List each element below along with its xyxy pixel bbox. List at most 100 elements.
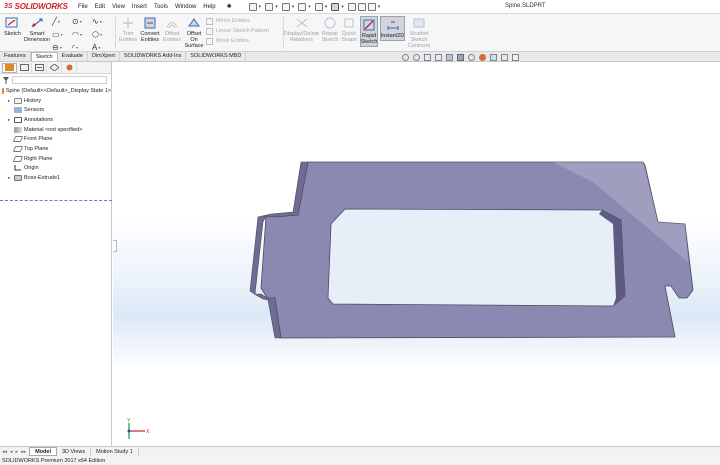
offset-entities-button[interactable]: Offset Entities bbox=[162, 16, 182, 43]
tab-solidworks-mbd[interactable]: SOLIDWORKS MBD bbox=[186, 52, 247, 61]
previous-view-icon[interactable] bbox=[424, 54, 431, 61]
mirror-entities-label: Mirror Entities bbox=[216, 18, 250, 24]
smart-dimension-button[interactable]: Smart Dimension bbox=[24, 16, 50, 43]
prev-tab-arrow-icon[interactable]: ◂ bbox=[10, 449, 13, 455]
edit-appearance-icon[interactable] bbox=[479, 54, 486, 61]
tree-item-sensors[interactable]: Sensors bbox=[2, 105, 111, 115]
menu-file[interactable]: File bbox=[78, 4, 88, 10]
rebuild-icon[interactable] bbox=[347, 2, 356, 11]
file-properties-icon[interactable] bbox=[357, 2, 366, 11]
tree-item-origin[interactable]: Origin bbox=[2, 164, 111, 174]
arc-icon[interactable]: ◠ ▾ bbox=[72, 29, 92, 39]
save-icon[interactable] bbox=[281, 2, 290, 11]
chevron-down-icon[interactable]: ▾ bbox=[308, 4, 311, 10]
mirror-entities-button[interactable]: Mirror Entities bbox=[206, 16, 269, 26]
offset-on-surface-label: Offset On Surface bbox=[184, 31, 204, 49]
zoom-to-fit-icon[interactable] bbox=[402, 54, 409, 61]
filter-icon[interactable] bbox=[3, 76, 9, 84]
chevron-down-icon[interactable]: ▾ bbox=[275, 4, 278, 10]
tab-features[interactable]: Features bbox=[0, 52, 31, 61]
next-tab-arrow-icon[interactable]: ▸ bbox=[16, 449, 19, 455]
open-icon[interactable] bbox=[265, 2, 274, 11]
filter-input[interactable] bbox=[12, 76, 107, 84]
hide-show-items-icon[interactable] bbox=[468, 54, 475, 61]
linear-sketch-pattern-button[interactable]: Linear Sketch Pattern bbox=[206, 26, 269, 36]
panel-collapse-handle[interactable] bbox=[113, 240, 117, 252]
display-style-icon[interactable] bbox=[457, 54, 464, 61]
text-icon[interactable]: A ▾ bbox=[92, 42, 112, 52]
menu-edit[interactable]: Edit bbox=[95, 4, 105, 10]
slot-icon[interactable]: ⊖ ▾ bbox=[52, 42, 72, 52]
fillet-icon[interactable]: ◜ ▾ bbox=[72, 42, 92, 52]
configuration-manager-tab[interactable] bbox=[32, 62, 47, 73]
apply-scene-icon[interactable] bbox=[490, 54, 497, 61]
menu-window[interactable]: Window bbox=[175, 4, 196, 10]
chevron-down-icon[interactable]: ▾ bbox=[325, 4, 328, 10]
pattern-icon bbox=[206, 27, 213, 35]
dimxpert-manager-tab[interactable] bbox=[47, 62, 62, 73]
tab-evaluate[interactable]: Evaluate bbox=[58, 52, 88, 61]
print-icon[interactable] bbox=[298, 2, 307, 11]
property-manager-tab[interactable] bbox=[17, 62, 32, 73]
quick-snaps-button[interactable]: Quick Snaps bbox=[341, 16, 357, 43]
display-manager-tab[interactable] bbox=[62, 62, 77, 73]
graphics-viewport[interactable]: X Y bbox=[113, 62, 720, 446]
display-delete-relations-button[interactable]: Display/Delete Relations bbox=[284, 16, 319, 43]
tab-3d-views[interactable]: 3D Views bbox=[57, 447, 92, 456]
polygon-icon[interactable]: ⬡ ▾ bbox=[92, 29, 112, 39]
view-orientation-icon[interactable] bbox=[446, 54, 453, 61]
tab-solidworks-add-ins[interactable]: SOLIDWORKS Add-Ins bbox=[120, 52, 187, 61]
part-model[interactable] bbox=[113, 62, 720, 446]
undo-icon[interactable] bbox=[314, 2, 323, 11]
shaded-sketch-contours-button[interactable]: Shaded Sketch Contours bbox=[406, 16, 432, 49]
chevron-down-icon[interactable]: ▾ bbox=[292, 4, 295, 10]
tree-root-part[interactable]: Spine (Default<<Default>_Display State 1… bbox=[2, 86, 111, 96]
offset-on-surface-icon bbox=[188, 18, 200, 27]
first-tab-arrow-icon[interactable]: ◂◂ bbox=[2, 449, 7, 455]
menu-tools[interactable]: Tools bbox=[154, 4, 168, 10]
tab-motion-study-1[interactable]: Motion Study 1 bbox=[91, 447, 139, 456]
repair-sketch-button[interactable]: Repair Sketch bbox=[320, 16, 340, 43]
tree-item-history[interactable]: ▸ History bbox=[2, 96, 111, 106]
menu-view[interactable]: View bbox=[112, 4, 125, 10]
menu-insert[interactable]: Insert bbox=[132, 4, 147, 10]
view-settings-icon[interactable] bbox=[501, 54, 508, 61]
chevron-down-icon[interactable]: ▾ bbox=[341, 4, 344, 10]
rapid-sketch-button[interactable]: Rapid Sketch bbox=[360, 16, 378, 47]
spline-icon[interactable]: ∿ ▾ bbox=[92, 16, 112, 26]
feature-manager-tab[interactable] bbox=[2, 62, 17, 73]
tree-item-boss-extrude1[interactable]: ▸ Boss-Extrude1 bbox=[2, 173, 111, 183]
display-monitor-icon[interactable] bbox=[512, 54, 519, 61]
chevron-down-icon[interactable]: ▾ bbox=[378, 4, 381, 10]
line-icon[interactable]: ╱ ▾ bbox=[52, 16, 72, 26]
chevron-down-icon[interactable]: ▾ bbox=[259, 4, 262, 10]
circle-icon[interactable]: ⊙ ▾ bbox=[72, 16, 92, 26]
tree-item-front-plane[interactable]: Front Plane bbox=[2, 134, 111, 144]
tab-model[interactable]: Model bbox=[29, 447, 57, 456]
options-gear-icon[interactable] bbox=[367, 2, 376, 11]
tree-item-right-plane[interactable]: Right Plane bbox=[2, 154, 111, 164]
tab-dimxpert[interactable]: DimXpert bbox=[88, 52, 120, 61]
new-document-icon[interactable] bbox=[248, 2, 257, 11]
menu-help[interactable]: Help bbox=[203, 4, 215, 10]
trim-entities-button[interactable]: Trim Entities bbox=[118, 16, 138, 43]
tree-item-annotations[interactable]: ▸ Annotations bbox=[2, 115, 111, 125]
tree-item-top-plane[interactable]: Top Plane bbox=[2, 144, 111, 154]
origin-icon bbox=[14, 165, 21, 171]
rectangle-icon[interactable]: ▭ ▾ bbox=[52, 29, 72, 39]
instant2d-button[interactable]: Instant2D bbox=[380, 16, 405, 41]
last-tab-arrow-icon[interactable]: ▸▸ bbox=[21, 449, 26, 455]
tree-root-label: Spine (Default<<Default>_Display State 1… bbox=[5, 87, 111, 94]
section-view-icon[interactable] bbox=[435, 54, 442, 61]
move-entities-button[interactable]: Move Entities bbox=[206, 36, 269, 46]
solidworks-logo[interactable]: 3S SOLIDWORKS bbox=[0, 0, 72, 14]
tree-item-material[interactable]: Material <not specified> bbox=[2, 125, 111, 135]
filter-row bbox=[0, 74, 111, 86]
select-pointer-icon[interactable] bbox=[331, 2, 340, 11]
tab-sketch[interactable]: Sketch bbox=[30, 52, 58, 61]
offset-on-surface-button[interactable]: Offset On Surface bbox=[183, 16, 205, 49]
pin-icon[interactable]: ✱ bbox=[227, 3, 232, 10]
zoom-to-area-icon[interactable] bbox=[413, 54, 420, 61]
sketch-button[interactable]: Sketch bbox=[4, 16, 21, 37]
convert-entities-button[interactable]: Convert Entities bbox=[139, 16, 161, 43]
